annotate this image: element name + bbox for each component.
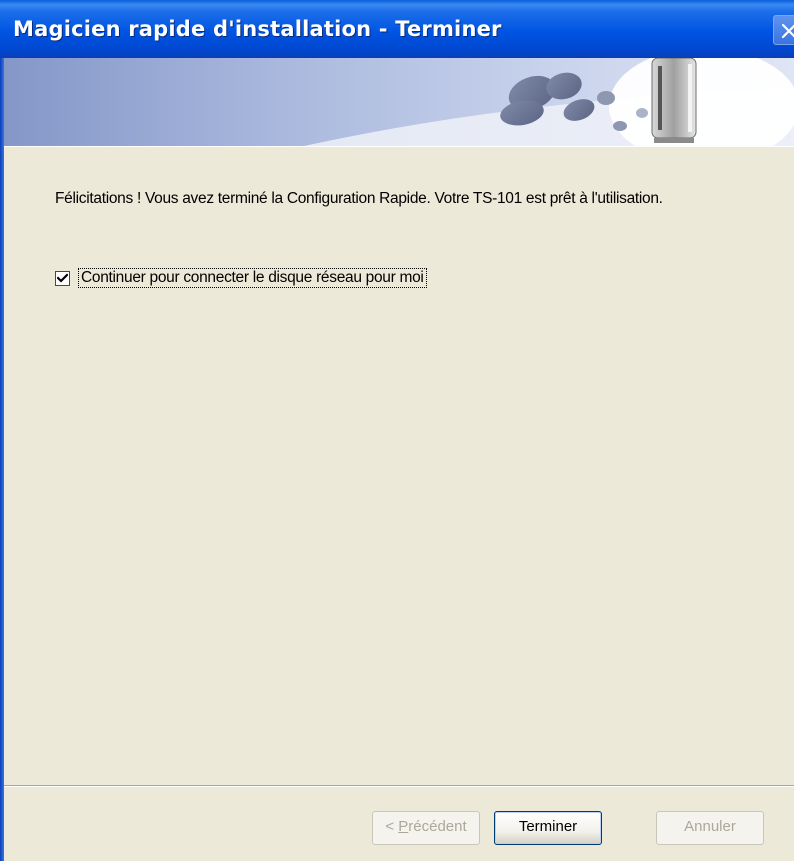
title-bar[interactable]: Magicien rapide d'installation - Termine… <box>0 0 794 58</box>
cancel-button[interactable]: Annuler <box>656 811 764 845</box>
close-button[interactable] <box>773 15 794 45</box>
previous-mnemonic: P <box>398 818 409 835</box>
finish-button[interactable]: Terminer <box>494 811 602 845</box>
installer-window: Magicien rapide d'installation - Termine… <box>0 0 794 861</box>
connect-drive-label[interactable]: Continuer pour connecter le disque résea… <box>78 268 427 288</box>
connect-drive-option[interactable]: Continuer pour connecter le disque résea… <box>55 267 427 289</box>
completion-message: Félicitations ! Vous avez terminé la Con… <box>55 190 663 207</box>
footer-separator <box>4 785 794 787</box>
nas-device-icon <box>651 58 697 143</box>
connect-drive-checkbox[interactable] <box>55 270 70 286</box>
banner-graphic <box>304 58 794 146</box>
window-border <box>0 58 4 861</box>
checkmark-icon <box>57 272 68 283</box>
previous-button[interactable]: < Précédent <box>372 811 480 845</box>
header-banner <box>4 58 794 147</box>
window-title: Magicien rapide d'installation - Termine… <box>13 17 502 41</box>
previous-prefix: < <box>385 818 399 835</box>
close-icon <box>781 23 794 39</box>
previous-label: récédent <box>408 818 467 835</box>
